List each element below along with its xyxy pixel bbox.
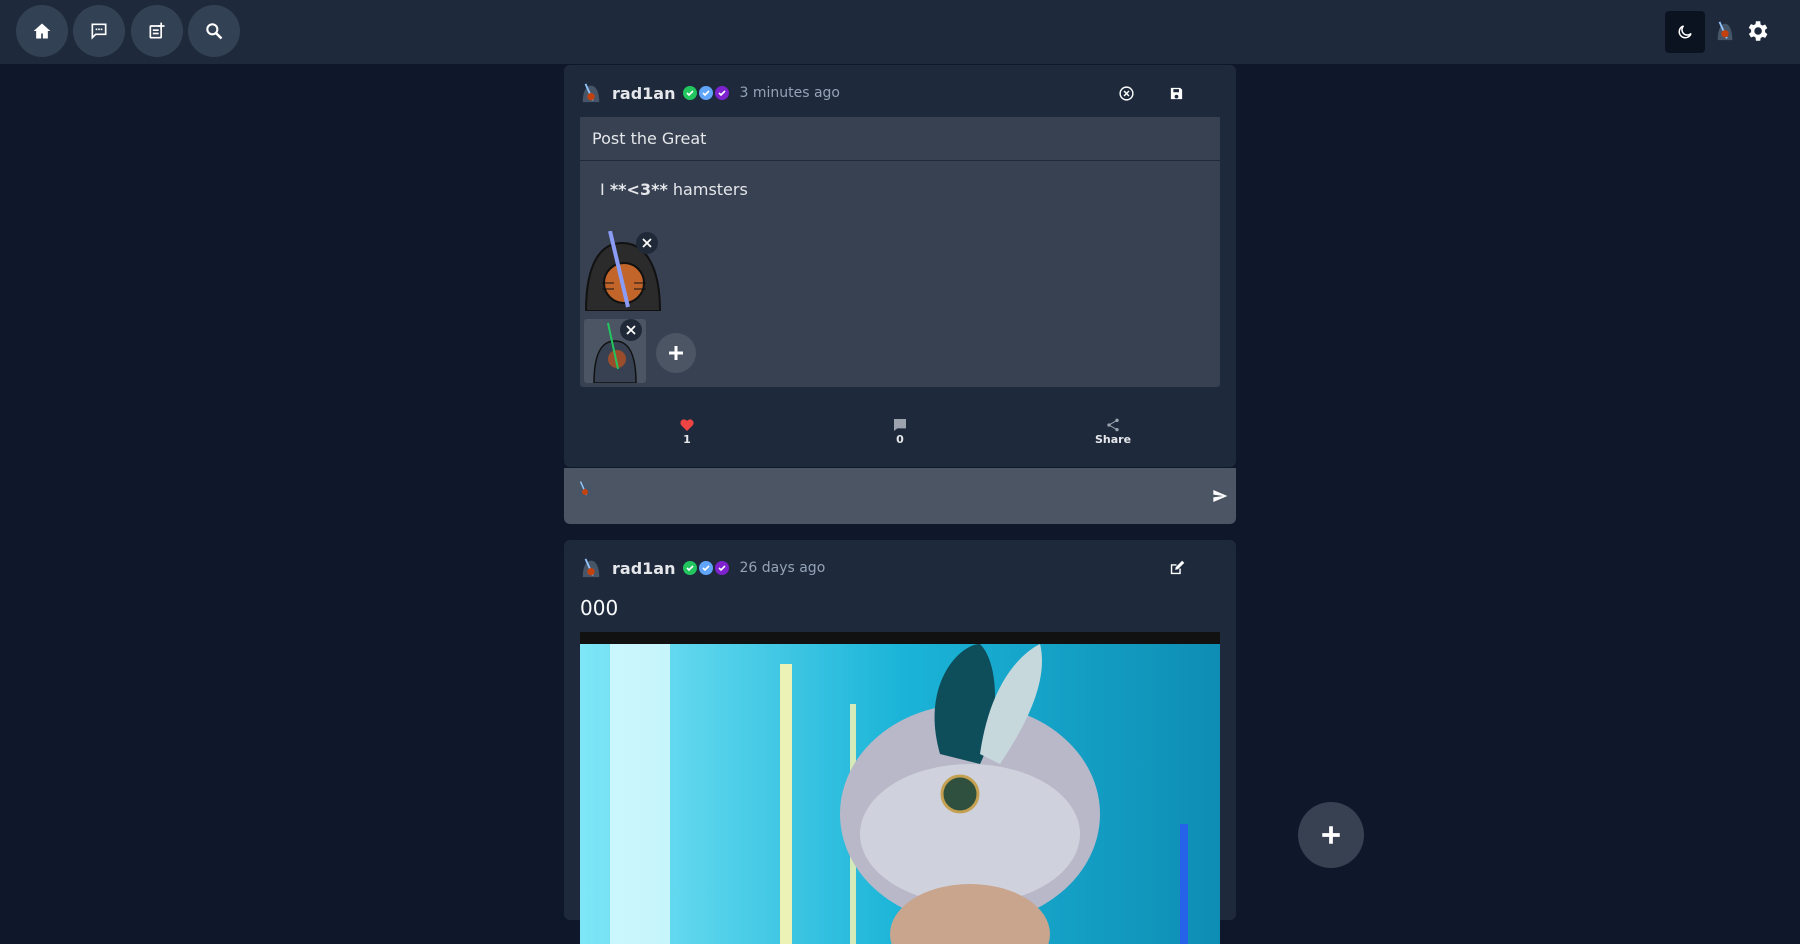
post-time: 26 days ago	[739, 560, 826, 576]
search-button[interactable]	[188, 5, 240, 57]
comment-button[interactable]: 0	[870, 417, 930, 446]
post-card: rad1an 26 days ago 000	[564, 540, 1236, 944]
user-avatar[interactable]	[1714, 20, 1736, 42]
heart-icon	[680, 419, 694, 431]
check-badge-icon	[683, 561, 698, 575]
comment-icon	[894, 419, 906, 431]
close-icon	[642, 238, 652, 248]
username[interactable]: rad1an	[612, 559, 675, 578]
comment-box	[564, 468, 1236, 524]
gear-icon[interactable]	[1744, 18, 1770, 44]
close-icon	[626, 325, 636, 335]
close-circle-icon	[1118, 85, 1134, 101]
plus-icon	[669, 346, 683, 360]
post-header: rad1an 3 minutes ago	[580, 79, 840, 107]
home-icon	[33, 23, 51, 39]
post-editor: I **<3** hamsters	[580, 117, 1220, 387]
post-video[interactable]	[580, 632, 1220, 944]
body-bold-text: **<3**	[609, 180, 668, 199]
remove-image-button[interactable]	[636, 232, 658, 254]
messages-button[interactable]	[73, 5, 125, 57]
avatar[interactable]	[580, 82, 602, 104]
verified-badges	[683, 561, 731, 575]
username[interactable]: rad1an	[612, 84, 675, 103]
moon-icon	[1678, 25, 1692, 39]
create-post-button[interactable]	[1298, 802, 1364, 868]
check-badge-icon	[683, 86, 698, 100]
cancel-edit-button[interactable]	[1112, 79, 1140, 107]
post-actions: 1 0 Share	[564, 417, 1236, 459]
new-post-icon	[149, 22, 165, 39]
save-button[interactable]	[1162, 79, 1190, 107]
share-label: Share	[1094, 433, 1132, 446]
share-button[interactable]: Share	[1083, 417, 1143, 446]
post-card-editing: rad1an 3 minutes ago I **<3** hamsters	[564, 65, 1236, 467]
add-image-button[interactable]	[656, 333, 696, 373]
send-icon[interactable]	[1212, 488, 1228, 504]
check-badge-icon	[699, 561, 714, 575]
home-button[interactable]	[16, 5, 68, 57]
post-body-editor[interactable]: I **<3** hamsters	[600, 180, 748, 199]
post-title: 000	[580, 596, 619, 620]
avatar	[578, 481, 592, 497]
comment-count: 0	[896, 433, 904, 446]
edit-post-button[interactable]	[1162, 554, 1190, 582]
remove-thumbnail-button[interactable]	[620, 319, 642, 341]
post-title-input[interactable]	[580, 117, 1220, 161]
edit-icon	[1170, 560, 1184, 574]
body-text: hamsters	[667, 180, 748, 199]
verified-badges	[683, 86, 731, 100]
video-frame	[580, 644, 1220, 944]
save-icon	[1170, 87, 1182, 99]
post-time: 3 minutes ago	[739, 85, 840, 101]
comment-input[interactable]	[604, 478, 1188, 516]
share-icon	[1107, 418, 1119, 432]
like-count: 1	[683, 433, 691, 446]
check-badge-icon	[699, 86, 714, 100]
chat-icon	[91, 23, 107, 40]
avatar[interactable]	[580, 557, 602, 579]
search-icon	[206, 23, 223, 40]
body-text: I	[600, 180, 610, 199]
plus-icon	[1322, 826, 1340, 844]
theme-toggle-button[interactable]	[1665, 11, 1705, 53]
new-post-button[interactable]	[131, 5, 183, 57]
check-badge-icon	[715, 561, 730, 575]
check-badge-icon	[715, 86, 730, 100]
like-button[interactable]: 1	[657, 417, 717, 446]
top-bar	[0, 0, 1800, 64]
post-header: rad1an 26 days ago	[580, 554, 825, 582]
